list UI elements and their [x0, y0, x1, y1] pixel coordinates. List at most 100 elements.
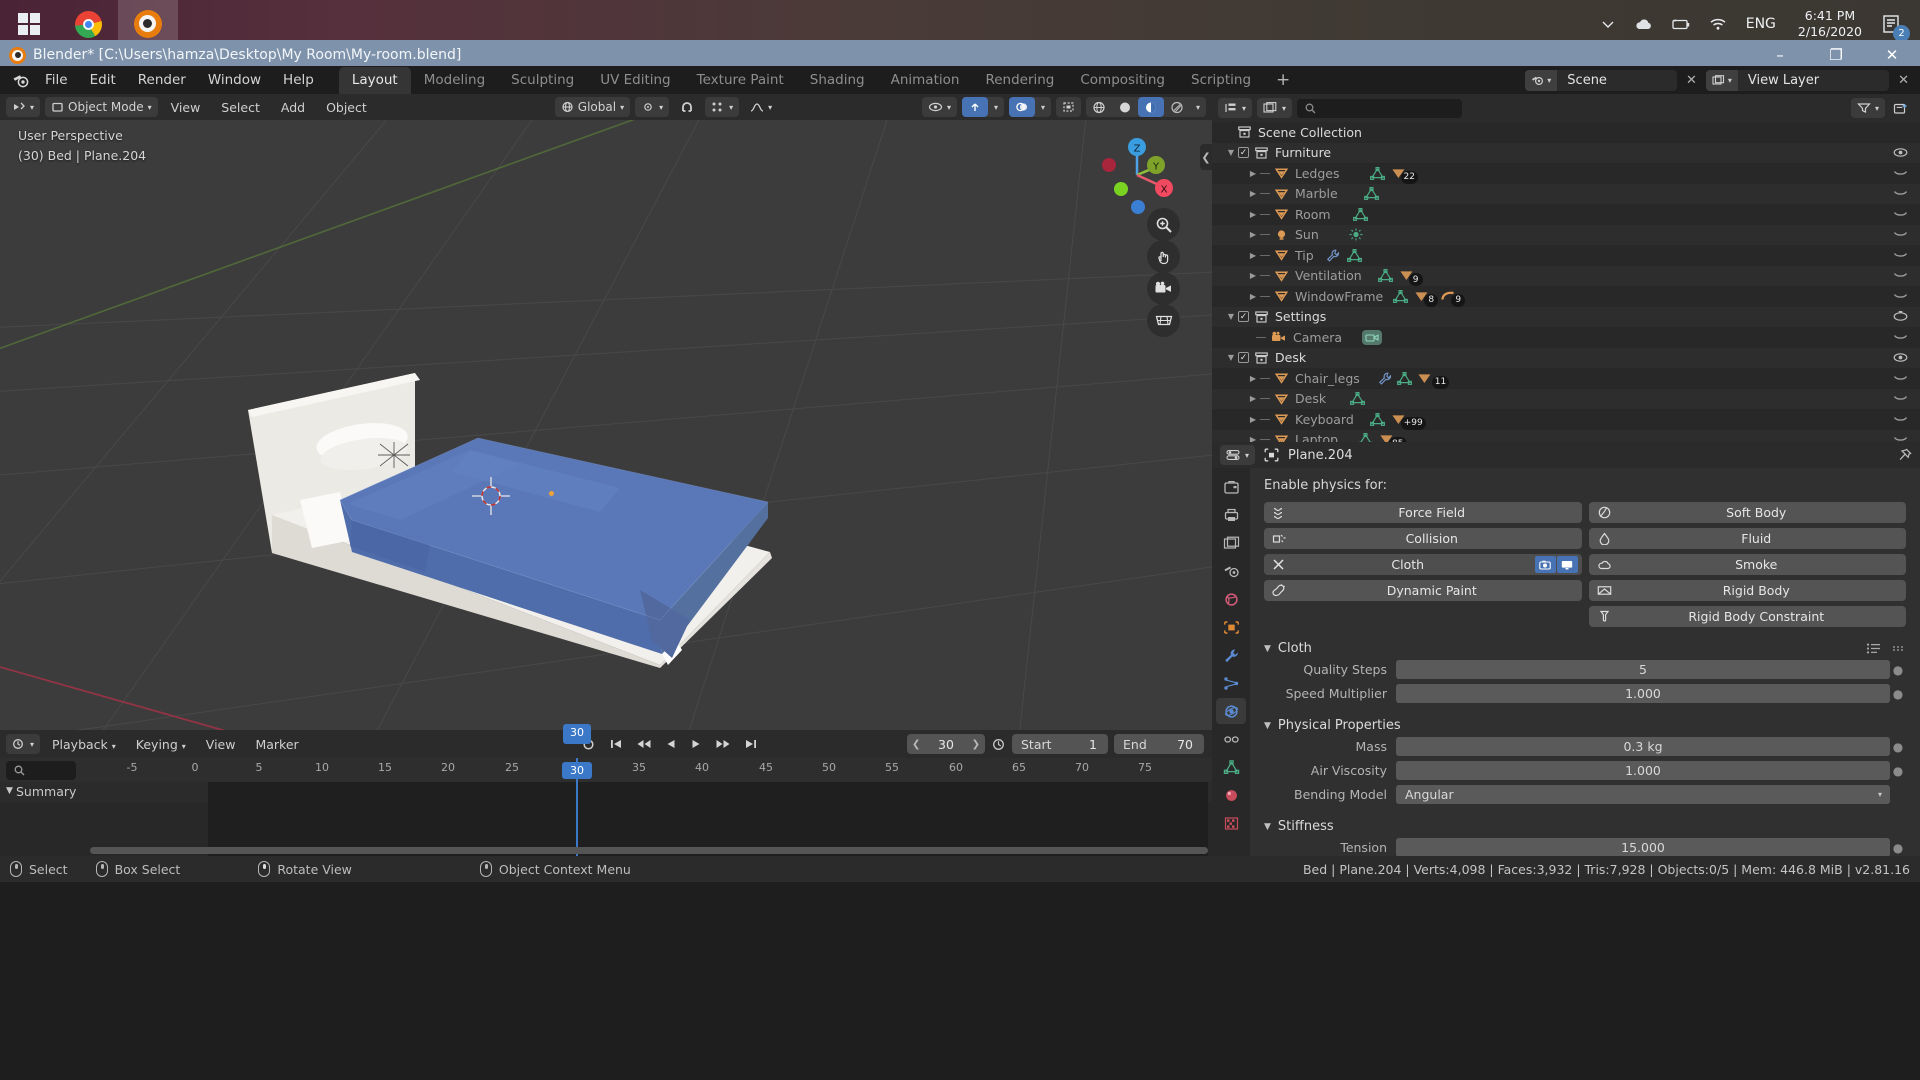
closed-eye-icon[interactable]: [1893, 415, 1908, 424]
shading-wireframe-button[interactable]: [1086, 97, 1112, 117]
scene-name[interactable]: Scene: [1557, 73, 1677, 88]
closed-eye-icon[interactable]: [1893, 251, 1908, 260]
show-overlays-toggle[interactable]: [1008, 97, 1035, 117]
navigation-gizmo[interactable]: Z Y X: [1094, 132, 1180, 218]
mesh-data-icon[interactable]: [1393, 289, 1409, 303]
properties-tab-view-layer[interactable]: [1216, 530, 1246, 556]
outliner-tree[interactable]: Scene Collection ▼ ✓ Furniture ▶ Ledges …: [1212, 122, 1920, 442]
workspace-tab-texture-paint[interactable]: Texture Paint: [684, 67, 797, 94]
disclosure-triangle-icon[interactable]: ▶: [1246, 435, 1260, 442]
eye-visibility-icon[interactable]: [1893, 311, 1908, 322]
pin-icon[interactable]: [1897, 448, 1912, 463]
collision-button[interactable]: Collision: [1264, 528, 1582, 549]
tray-language[interactable]: ENG: [1736, 16, 1786, 32]
menu-window[interactable]: Window: [197, 68, 272, 92]
outliner-row-sun[interactable]: ▶ Sun: [1212, 224, 1920, 245]
disclosure-triangle-icon[interactable]: ▶: [1246, 271, 1260, 280]
properties-tab-constraints[interactable]: [1216, 726, 1246, 752]
outliner-row-chair-legs[interactable]: ▶ Chair_legs 11: [1212, 368, 1920, 389]
snap-target-selector[interactable]: ▾: [635, 97, 670, 117]
play-button[interactable]: [685, 738, 707, 750]
shading-solid-button[interactable]: [1112, 97, 1138, 117]
outliner-row-desk-object[interactable]: ▶ Desk: [1212, 388, 1920, 409]
start-frame-field[interactable]: Start 1: [1012, 734, 1108, 754]
properties-tab-object[interactable]: [1216, 614, 1246, 640]
camera-data-icon[interactable]: [1362, 329, 1383, 345]
cloth-panel-caret-icon[interactable]: ▼: [1264, 644, 1271, 654]
outliner-new-collection-icon[interactable]: [1893, 102, 1914, 115]
timeline-ruler[interactable]: -5 0 5 10 15 20 25 35 40 45 50 55 60 65 …: [0, 758, 1212, 782]
show-gizmo-toggle[interactable]: [961, 97, 988, 117]
shading-dropdown[interactable]: ▾: [1190, 97, 1206, 117]
scene-selector[interactable]: ▾ Scene: [1525, 69, 1677, 91]
closed-eye-icon[interactable]: [1893, 189, 1908, 198]
mass-animate-icon[interactable]: ●: [1890, 740, 1906, 754]
end-frame-field[interactable]: End 70: [1114, 734, 1204, 754]
outliner-row-camera[interactable]: Camera: [1212, 327, 1920, 348]
workspace-tab-sculpting[interactable]: Sculpting: [498, 67, 587, 94]
editor-type-selector[interactable]: ▾: [6, 97, 41, 117]
eye-visibility-icon[interactable]: [1893, 352, 1908, 363]
timeline-menu-playback[interactable]: Playback ▾: [44, 735, 124, 754]
workspace-tab-shading[interactable]: Shading: [797, 67, 878, 94]
camera-view-icon[interactable]: [1147, 272, 1180, 305]
toggle-ortho-perspective-icon[interactable]: [1147, 304, 1180, 337]
modifier-mesh-icon[interactable]: [1417, 372, 1432, 385]
rigid-body-button[interactable]: Rigid Body: [1588, 580, 1906, 601]
disclosure-triangle-icon[interactable]: ▶: [1246, 394, 1260, 403]
quality-steps-field[interactable]: 5: [1396, 660, 1890, 679]
mesh-data-icon[interactable]: [1377, 269, 1393, 283]
timeline-body[interactable]: -5 0 5 10 15 20 25 35 40 45 50 55 60 65 …: [0, 724, 1212, 856]
cloth-panel-header[interactable]: ▼ Cloth: [1264, 641, 1906, 656]
viewport-menu-select[interactable]: Select: [213, 98, 268, 117]
disclosure-triangle-icon[interactable]: ▶: [1246, 210, 1260, 219]
collection-checkbox[interactable]: ✓: [1238, 147, 1249, 159]
disclosure-triangle-icon[interactable]: ▶: [1246, 292, 1260, 301]
timeline-horizontal-scrollbar[interactable]: [90, 847, 1208, 854]
proportional-falloff-icon[interactable]: ▾: [744, 97, 778, 117]
workspace-tab-animation[interactable]: Animation: [878, 67, 973, 94]
close-x-icon[interactable]: [1272, 558, 1290, 571]
panel-grip-icon[interactable]: [1891, 642, 1906, 655]
workspace-tab-layout[interactable]: Layout: [338, 67, 411, 94]
workspace-tab-rendering[interactable]: Rendering: [972, 67, 1067, 94]
closed-eye-icon[interactable]: [1893, 230, 1908, 239]
view-layer-remove-button[interactable]: ✕: [1893, 73, 1914, 88]
closed-eye-icon[interactable]: [1893, 169, 1908, 178]
outliner-display-mode-selector[interactable]: ▾: [1257, 98, 1293, 118]
dynamic-paint-button[interactable]: Dynamic Paint: [1264, 580, 1582, 601]
closed-eye-icon[interactable]: [1893, 292, 1908, 301]
pan-view-icon[interactable]: [1147, 240, 1180, 273]
force-field-button[interactable]: Force Field: [1264, 502, 1582, 523]
outliner-filter-icon[interactable]: ▾: [1850, 98, 1885, 118]
mesh-data-icon[interactable]: [1358, 433, 1373, 442]
properties-tab-modifiers[interactable]: [1216, 642, 1246, 668]
outliner-row-laptop[interactable]: ▶ Laptop 85: [1212, 429, 1920, 442]
closed-eye-icon[interactable]: [1893, 435, 1908, 442]
workspace-tab-modeling[interactable]: Modeling: [411, 67, 498, 94]
next-keyframe-button[interactable]: [710, 738, 736, 750]
transform-orientation-selector[interactable]: Global ▾: [554, 97, 631, 117]
properties-tab-data[interactable]: [1216, 754, 1246, 780]
properties-tab-tool[interactable]: [1216, 474, 1246, 500]
menu-help[interactable]: Help: [272, 68, 325, 92]
properties-tab-texture[interactable]: [1216, 810, 1246, 836]
collection-checkbox[interactable]: ✓: [1238, 311, 1249, 323]
cloth-viewport-toggle-icon[interactable]: [1556, 556, 1578, 573]
cloth-button[interactable]: Cloth: [1264, 554, 1582, 575]
mesh-data-icon[interactable]: [1352, 207, 1368, 221]
air-viscosity-animate-icon[interactable]: ●: [1890, 764, 1906, 778]
bending-model-dropdown[interactable]: Angular ▾: [1396, 785, 1890, 804]
disclosure-triangle-icon[interactable]: ▼: [1224, 353, 1238, 362]
cloth-render-toggle-icon[interactable]: [1534, 556, 1556, 573]
mesh-data-icon[interactable]: [1350, 392, 1366, 406]
view-layer-name[interactable]: View Layer: [1738, 73, 1889, 88]
tension-field[interactable]: 15.000: [1396, 838, 1890, 856]
collection-checkbox[interactable]: ✓: [1238, 352, 1249, 364]
closed-eye-icon[interactable]: [1893, 271, 1908, 280]
outliner-row-settings[interactable]: ▼ ✓ Settings: [1212, 306, 1920, 327]
snap-magnet-icon[interactable]: [674, 97, 700, 117]
disclosure-triangle-icon[interactable]: ▶: [1246, 189, 1260, 198]
viewport-menu-view[interactable]: View: [163, 98, 209, 117]
current-frame-field[interactable]: ❮ 30 ❯: [907, 734, 985, 754]
